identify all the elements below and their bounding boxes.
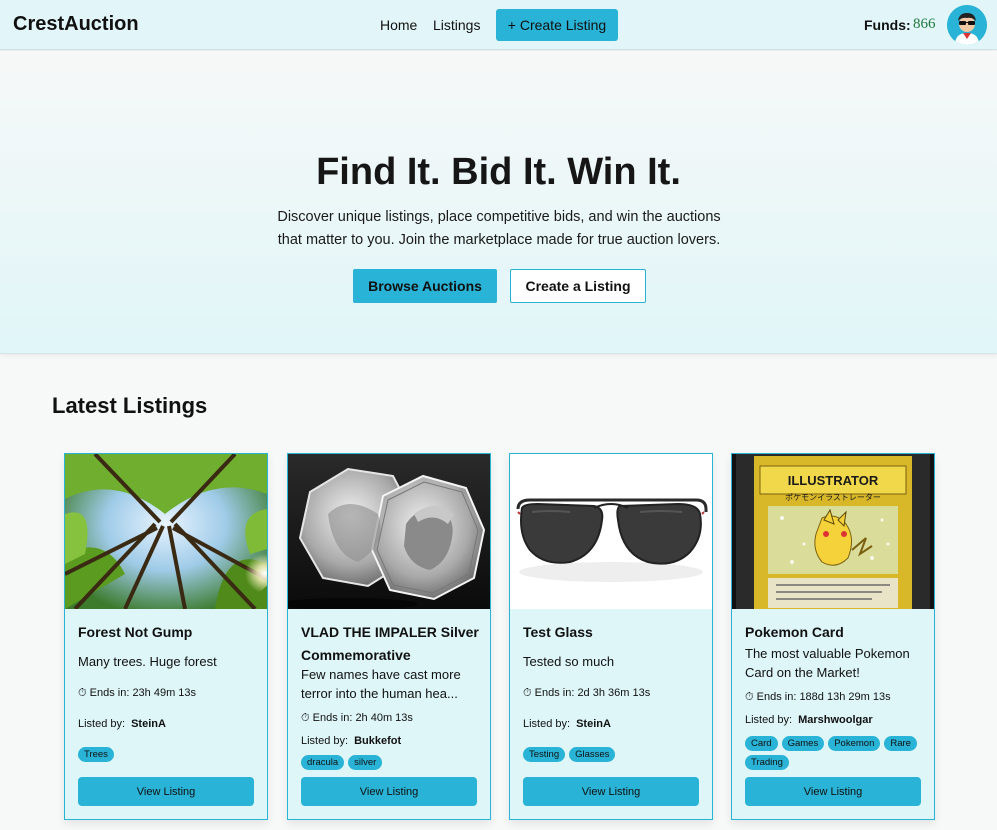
listing-ends-in: ⏱ Ends in: 188d 13h 29m 13s <box>745 691 891 703</box>
card-image-subtitle: ポケモンイラストレーター <box>785 493 881 502</box>
tag[interactable]: Glasses <box>569 747 616 762</box>
listing-description: Many trees. Huge forest <box>78 654 217 669</box>
hero-text: Discover unique listings, place competit… <box>277 209 721 248</box>
listing-image-sunglasses[interactable] <box>510 454 712 609</box>
listing-seller: Listed by: Marshwoolgar <box>745 714 873 726</box>
listed-by-label: Listed by: <box>78 718 126 730</box>
browse-auctions-button[interactable]: Browse Auctions <box>353 269 497 303</box>
card-image-title: ILLUSTRATOR <box>788 473 879 488</box>
listing-title[interactable]: Pokemon Card <box>745 621 930 644</box>
listing-tags: Testing Glasses <box>523 747 708 762</box>
listing-image-coin[interactable] <box>288 454 490 609</box>
listing-ends-in: ⏱ Ends in: 23h 49m 13s <box>78 687 197 699</box>
hero-section: Find It. Bid It. Win It. Discover unique… <box>0 51 997 354</box>
listing-seller: Listed by: Bukkefot <box>301 735 401 747</box>
create-listing-hero-button[interactable]: Create a Listing <box>510 269 646 303</box>
listing-card[interactable]: Forest Not Gump Many trees. Huge forest … <box>64 453 268 820</box>
funds-label: Funds: <box>864 17 911 33</box>
seller-name: SteinA <box>131 718 166 730</box>
listed-by-label: Listed by: <box>745 714 793 726</box>
listing-tags: Trees <box>78 747 263 762</box>
tag[interactable]: Trees <box>78 747 114 762</box>
tag[interactable]: Testing <box>523 747 566 762</box>
view-listing-button[interactable]: View Listing <box>745 777 921 806</box>
listing-tags: dracula silver <box>301 755 486 770</box>
nav-home-link[interactable]: Home <box>380 17 417 33</box>
tag[interactable]: Games <box>781 736 825 751</box>
listed-by-label: Listed by: <box>301 735 349 747</box>
seller-name: SteinA <box>576 718 611 730</box>
listing-description: The most valuable Pokemon Card on the Ma… <box>745 646 910 680</box>
listing-image-forest[interactable] <box>65 454 267 609</box>
listing-ends-in: ⏱ Ends in: 2d 3h 36m 13s <box>523 687 651 699</box>
seller-name: Bukkefot <box>354 735 402 747</box>
create-listing-button[interactable]: + Create Listing <box>496 9 618 41</box>
hero-title: Find It. Bid It. Win It. <box>316 151 681 193</box>
user-avatar[interactable] <box>947 5 987 45</box>
listing-tags: Card Games Pokemon Rare Trading <box>745 736 930 770</box>
brand-logo[interactable]: CrestAuction <box>13 13 139 36</box>
seller-name: Marshwoolgar <box>798 714 873 726</box>
listing-seller: Listed by: SteinA <box>523 718 611 730</box>
view-listing-button[interactable]: View Listing <box>523 777 699 806</box>
navbar: CrestAuction Home Listings + Create List… <box>0 0 997 50</box>
latest-listings-title: Latest Listings <box>52 393 208 418</box>
tag[interactable]: silver <box>348 755 383 770</box>
nav-listings-link[interactable]: Listings <box>433 17 480 33</box>
tag[interactable]: Trading <box>745 755 789 770</box>
tag[interactable]: Rare <box>884 736 917 751</box>
tag[interactable]: Pokemon <box>828 736 881 751</box>
listing-image-pokemon-card[interactable]: ILLUSTRATOR ポケモンイラストレーター <box>732 454 934 609</box>
funds-value: 866 <box>913 16 936 32</box>
listing-title[interactable]: Forest Not Gump <box>78 621 263 644</box>
listing-card[interactable]: Test Glass Tested so much ⏱ Ends in: 2d … <box>509 453 713 820</box>
view-listing-button[interactable]: View Listing <box>78 777 254 806</box>
tag[interactable]: dracula <box>301 755 345 770</box>
listing-card[interactable]: ILLUSTRATOR ポケモンイラストレーター Pokemon Card Th… <box>731 453 935 820</box>
listing-ends-in: ⏱ Ends in: 2h 40m 13s <box>301 712 413 724</box>
listing-description: Few names have cast more terror into the… <box>301 667 461 701</box>
listing-title[interactable]: VLAD THE IMPALER Silver Commemorative <box>301 621 486 667</box>
listing-card[interactable]: VLAD THE IMPALER Silver Commemorative Fe… <box>287 453 491 820</box>
listed-by-label: Listed by: <box>523 718 571 730</box>
avatar-icon <box>947 5 987 45</box>
view-listing-button[interactable]: View Listing <box>301 777 477 806</box>
listing-title[interactable]: Test Glass <box>523 621 708 644</box>
tag[interactable]: Card <box>745 736 778 751</box>
listing-seller: Listed by: SteinA <box>78 718 166 730</box>
listing-description: Tested so much <box>523 654 615 669</box>
